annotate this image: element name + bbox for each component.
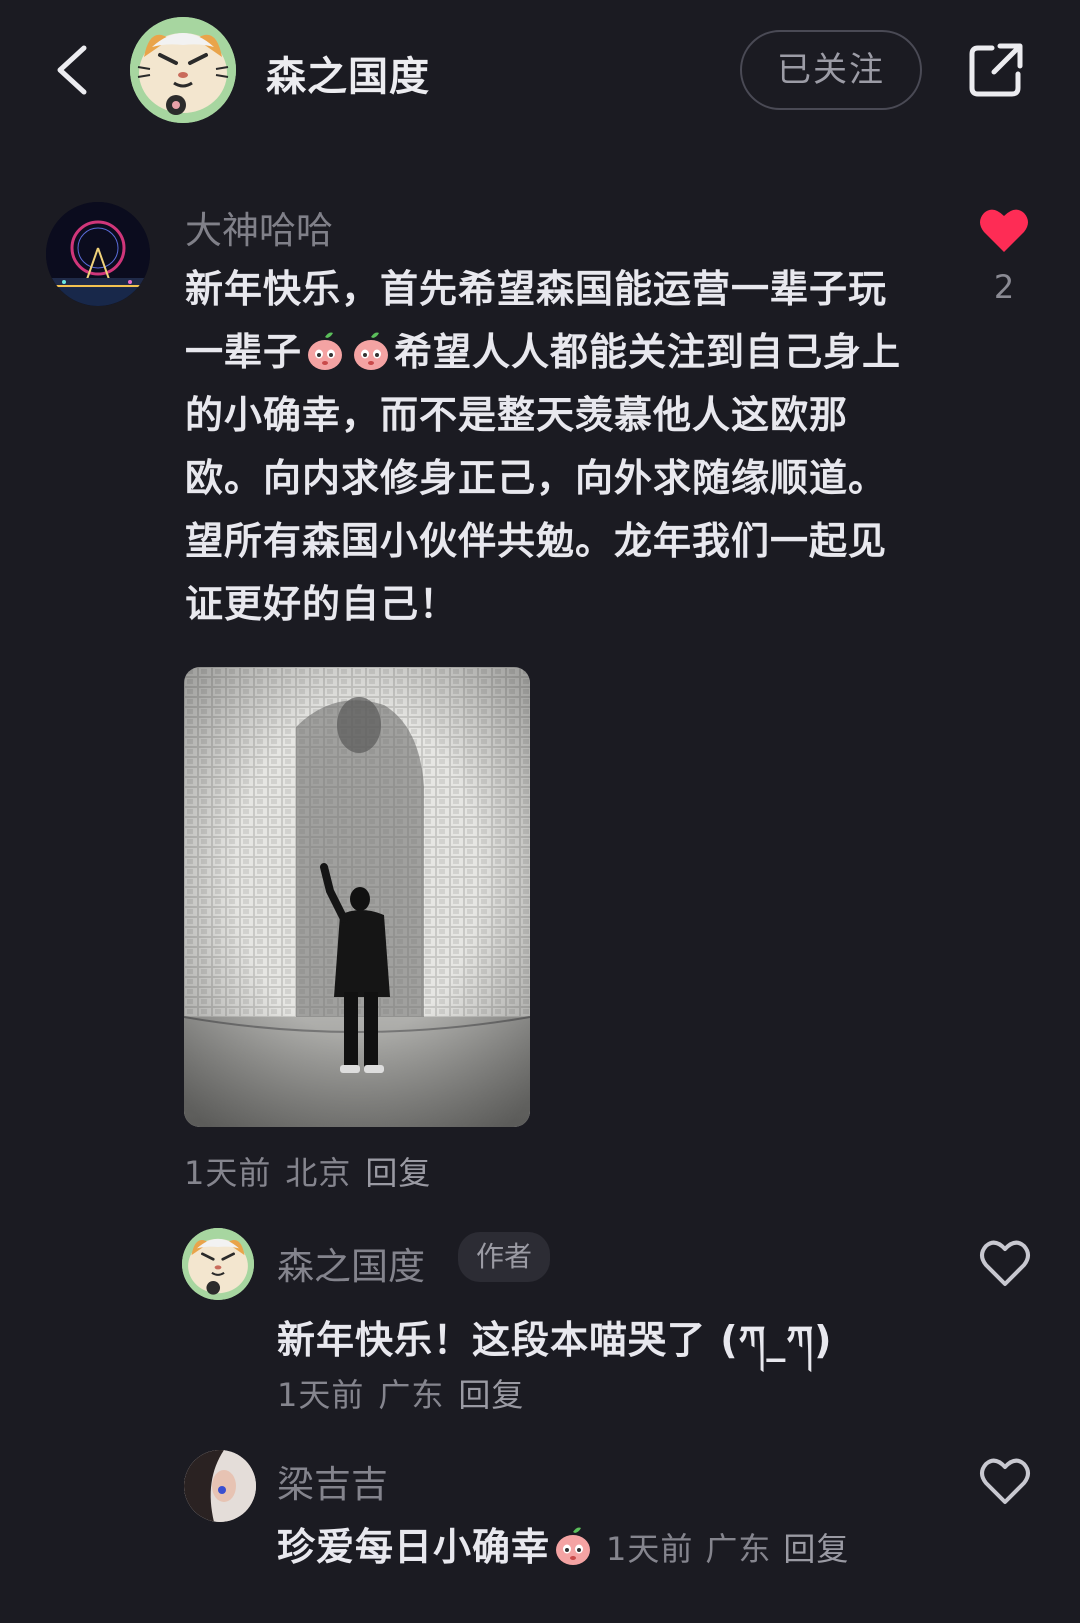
reply-like-button[interactable] <box>978 1238 1032 1288</box>
reply-time: 1天前 <box>606 1530 694 1568</box>
follow-button[interactable]: 已关注 <box>740 30 922 110</box>
like-button[interactable] <box>978 206 1030 254</box>
ferris-wheel-avatar-icon <box>46 202 150 306</box>
comment-text-part-2: 希望人人都能关注到自己身上的小确幸，而不是整天羡慕他人这欧那欧。向内求修身正己，… <box>185 330 902 626</box>
like-count: 2 <box>993 268 1015 306</box>
peach-emoji-icon <box>354 332 389 370</box>
reply-text-line: 珍爱每日小确幸 1天前 广东 回复 <box>277 1516 861 1571</box>
reply-button[interactable]: 回复 <box>365 1154 431 1192</box>
comment-time: 1天前 <box>184 1154 272 1192</box>
heart-outline-icon <box>980 1458 1030 1504</box>
comment-text: 新年快乐，首先希望森国能运营一辈子玩一辈子 希望人人都能关注到自己身上的小确幸，而… <box>185 258 905 636</box>
reply-button[interactable]: 回复 <box>783 1530 849 1568</box>
author-avatar[interactable] <box>130 17 236 123</box>
comment-location: 北京 <box>285 1154 352 1192</box>
cat-avatar-icon <box>130 17 236 123</box>
comment-page: 森之国度 已关注 大神哈哈 新年快乐，首先希望森国能运营一辈子玩一辈子希望人人 <box>0 0 1080 1623</box>
gallery-photo <box>184 667 530 1127</box>
peach-emoji-icon <box>308 332 343 370</box>
page-title: 森之国度 <box>266 54 430 100</box>
reply-text: 珍爱每日小确幸 <box>277 1525 551 1569</box>
commenter-avatar[interactable] <box>46 202 150 306</box>
header: 森之国度 已关注 <box>0 0 1080 140</box>
earring-avatar-icon <box>184 1450 256 1522</box>
comment-image[interactable] <box>184 667 530 1127</box>
back-button[interactable] <box>50 40 94 100</box>
reply-username[interactable]: 梁吉吉 <box>277 1454 388 1508</box>
back-arrow-icon <box>57 45 87 95</box>
heart-outline-icon <box>980 1240 1030 1286</box>
reply-button[interactable]: 回复 <box>458 1376 524 1414</box>
reply-location: 广东 <box>378 1376 445 1414</box>
reply-time: 1天前 <box>277 1376 365 1414</box>
share-icon <box>969 43 1023 97</box>
heart-filled-icon <box>980 209 1028 252</box>
share-button[interactable] <box>966 40 1026 100</box>
commenter-name[interactable]: 大神哈哈 <box>185 200 333 254</box>
reply-meta: 1天前 广东 回复 <box>277 1370 538 1416</box>
peach-emoji-icon <box>556 1527 591 1565</box>
reply-avatar[interactable] <box>182 1228 254 1300</box>
author-badge: 作者 <box>458 1232 551 1282</box>
reply-like-button[interactable] <box>978 1456 1032 1506</box>
comment-meta: 1天前 北京 回复 <box>184 1148 445 1194</box>
reply-location: 广东 <box>705 1530 772 1568</box>
cat-avatar-icon <box>182 1228 254 1300</box>
reply-avatar[interactable] <box>184 1450 256 1522</box>
reply-meta: 1天前 广东 回复 <box>606 1530 861 1568</box>
reply-username[interactable]: 森之国度 <box>277 1236 425 1290</box>
